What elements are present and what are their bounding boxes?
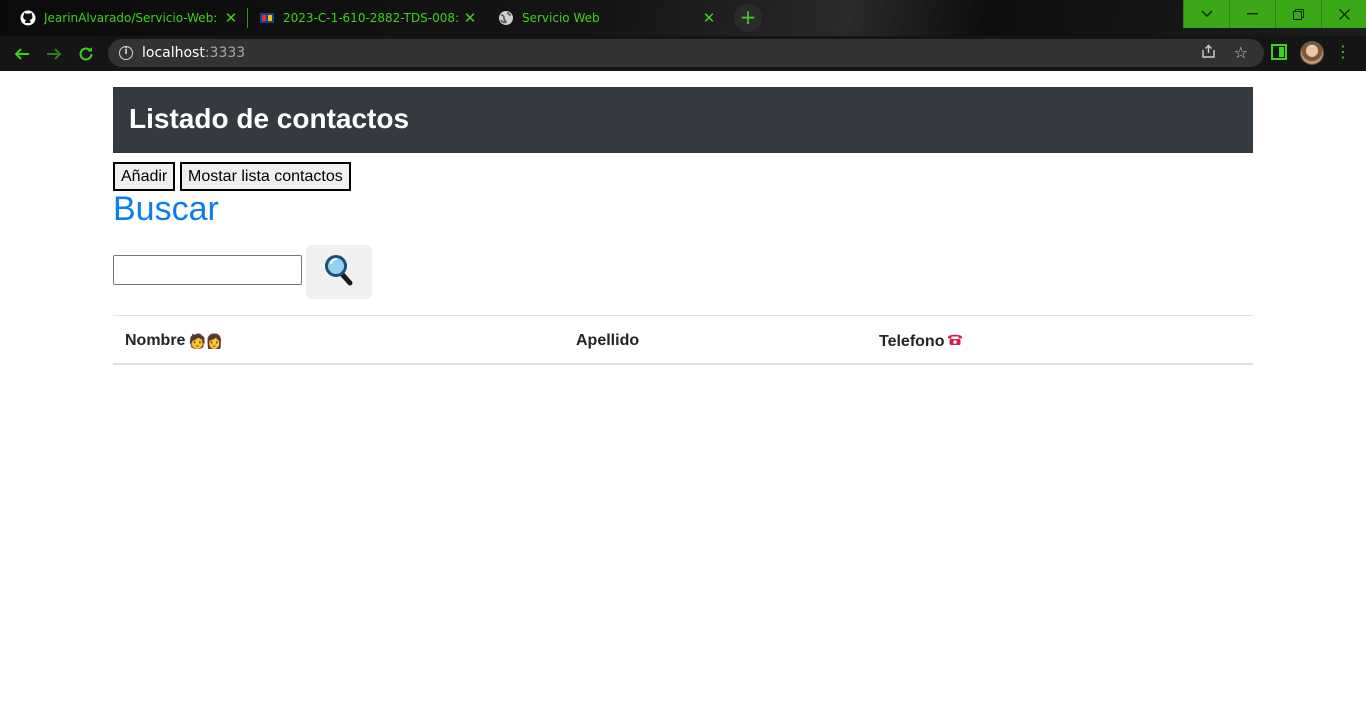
contacts-table: Nombre 🧑👩 Apellido Telefono — [113, 315, 1253, 365]
address-bar[interactable]: i localhost:3333 ☆ — [108, 39, 1264, 67]
close-tab-icon[interactable]: ✕ — [701, 10, 717, 26]
search-button[interactable] — [306, 245, 372, 299]
tab-search-chevron-icon[interactable] — [1183, 0, 1229, 28]
bookmark-star-icon[interactable]: ☆ — [1234, 43, 1248, 62]
profile-avatar[interactable] — [1300, 41, 1324, 65]
tab-title: Servicio Web — [522, 11, 600, 25]
restore-button[interactable] — [1275, 0, 1321, 28]
tab-course[interactable]: 2023-C-1-610-2882-TDS-008: Ta ✕ — [259, 0, 484, 36]
column-header-telefono: Telefono — [879, 332, 963, 351]
people-emoji-icon: 🧑👩 — [188, 332, 224, 349]
forward-arrow-icon[interactable] — [42, 42, 66, 66]
browser-menu-icon[interactable]: ⋮ — [1333, 40, 1353, 64]
back-arrow-icon[interactable] — [10, 42, 34, 66]
tab-separator — [247, 8, 248, 28]
course-icon — [259, 10, 275, 26]
page-content: Listado de contactos Añadir Mostar lista… — [0, 71, 1366, 720]
share-icon[interactable] — [1201, 44, 1216, 63]
tab-title: JearinAlvarado/Servicio-Web: Ha — [44, 11, 219, 25]
tab-servicio-web[interactable]: Servicio Web ✕ — [498, 0, 723, 36]
search-heading: Buscar — [113, 190, 219, 228]
side-panel-icon[interactable] — [1271, 44, 1287, 60]
tab-github[interactable]: JearinAlvarado/Servicio-Web: Ha ✕ — [20, 0, 245, 36]
close-window-button[interactable] — [1321, 0, 1366, 28]
page-header: Listado de contactos — [113, 87, 1253, 153]
magnifier-icon — [324, 254, 354, 290]
show-contacts-button[interactable]: Mostar lista contactos — [180, 162, 351, 191]
minimize-button[interactable] — [1229, 0, 1275, 28]
github-icon — [20, 10, 36, 26]
add-button[interactable]: Añadir — [113, 162, 176, 191]
url-text: localhost:3333 — [142, 45, 246, 61]
page-title: Listado de contactos — [129, 103, 410, 134]
close-tab-icon[interactable]: ✕ — [223, 10, 239, 26]
globe-icon — [498, 10, 514, 26]
new-tab-button[interactable]: + — [734, 4, 762, 32]
reload-icon[interactable] — [74, 42, 98, 66]
close-tab-icon[interactable]: ✕ — [462, 10, 478, 26]
browser-tab-strip: JearinAlvarado/Servicio-Web: Ha ✕ 2023-C… — [0, 0, 1366, 36]
column-header-nombre: Nombre 🧑👩 — [125, 332, 224, 349]
tab-title: 2023-C-1-610-2882-TDS-008: Ta — [283, 11, 458, 25]
search-input[interactable] — [113, 255, 302, 285]
column-header-apellido: Apellido — [576, 332, 640, 349]
telephone-icon — [947, 332, 963, 351]
site-info-icon[interactable]: i — [119, 46, 133, 60]
